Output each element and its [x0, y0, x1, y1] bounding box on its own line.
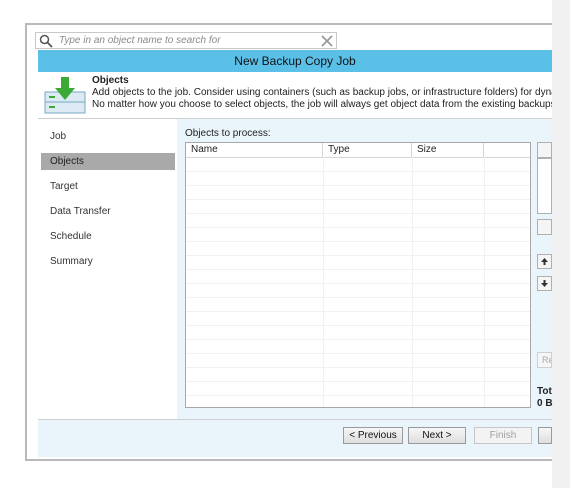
grid-line — [186, 241, 530, 242]
wizard-nav: Job Objects Target Data Transfer Schedul… — [38, 119, 177, 419]
nav-item-objects[interactable]: Objects — [41, 153, 175, 170]
step-description-line1: Add objects to the job. Consider using c… — [92, 87, 552, 98]
grid-line — [186, 297, 530, 298]
table-header: Name Type Size — [186, 143, 530, 158]
nav-item-target[interactable]: Target — [41, 178, 175, 195]
grid-line — [186, 325, 530, 326]
right-scroll-strip — [552, 0, 570, 488]
window-title: New Backup Copy Job — [234, 54, 356, 68]
grid-line — [186, 381, 530, 382]
step-header: Objects Add objects to the job. Consider… — [38, 72, 552, 119]
total-size-value: 0 B — [537, 398, 553, 409]
total-label: Tot — [537, 386, 552, 397]
step-description-line2: No matter how you choose to select objec… — [92, 99, 552, 110]
column-size[interactable]: Size — [412, 143, 484, 157]
move-down-button[interactable] — [537, 276, 552, 291]
next-button[interactable]: Next > — [408, 427, 466, 444]
arrow-down-icon — [541, 280, 548, 287]
close-icon[interactable] — [321, 35, 333, 47]
grid-line — [186, 269, 530, 270]
search-input[interactable]: Type in an object name to search for — [59, 35, 221, 46]
wizard-titlebar: New Backup Copy Job — [38, 50, 552, 72]
search-icon[interactable] — [39, 34, 53, 48]
grid-line — [186, 227, 530, 228]
add-button[interactable] — [537, 142, 552, 158]
move-up-button[interactable] — [537, 254, 552, 269]
nav-item-data-transfer[interactable]: Data Transfer — [41, 203, 175, 220]
nav-item-job[interactable]: Job — [41, 128, 175, 145]
arrow-up-icon — [541, 258, 548, 265]
column-type[interactable]: Type — [323, 143, 412, 157]
grid-line — [186, 395, 530, 396]
grid-line — [186, 367, 530, 368]
finish-button[interactable]: Finish — [474, 427, 532, 444]
grid-line — [186, 339, 530, 340]
objects-table[interactable]: Name Type Size — [185, 142, 531, 408]
grid-line — [186, 213, 530, 214]
objects-label: Objects to process: — [185, 128, 271, 139]
recalculate-button[interactable]: Re — [537, 352, 552, 368]
step-description: Add objects to the job. Consider using c… — [92, 87, 552, 111]
grid-line — [186, 171, 530, 172]
cancel-button[interactable] — [538, 427, 552, 444]
step-title: Objects — [92, 75, 129, 86]
column-name[interactable]: Name — [186, 143, 323, 157]
grid-line — [186, 311, 530, 312]
grid-line — [186, 185, 530, 186]
objects-download-icon — [44, 77, 86, 114]
add-options-list[interactable] — [537, 158, 552, 214]
search-box[interactable]: Type in an object name to search for — [35, 32, 337, 49]
grid-line — [186, 353, 530, 354]
nav-item-schedule[interactable]: Schedule — [41, 228, 175, 245]
edit-button[interactable] — [537, 219, 552, 235]
nav-item-summary[interactable]: Summary — [41, 253, 175, 270]
previous-button[interactable]: < Previous — [343, 427, 403, 444]
grid-line — [186, 199, 530, 200]
grid-line — [186, 255, 530, 256]
grid-line — [186, 283, 530, 284]
